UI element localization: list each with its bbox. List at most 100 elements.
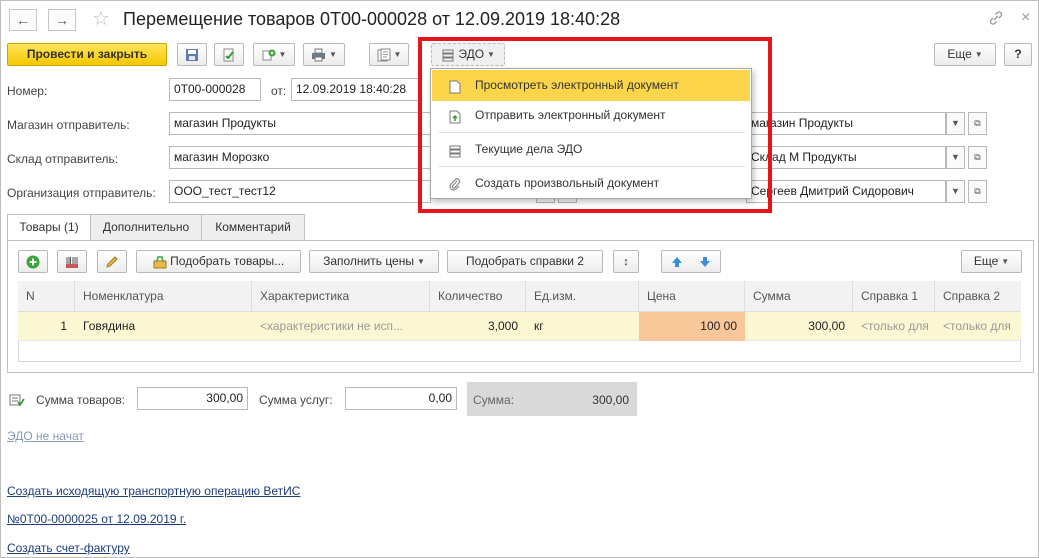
cell-unit[interactable]: кг xyxy=(526,312,639,341)
responsible-open[interactable]: ⧉ xyxy=(968,180,987,203)
number-label: Номер: xyxy=(7,84,48,98)
grid-more-button[interactable]: Еще ▼ xyxy=(961,250,1022,273)
grand-total-label: Сумма: xyxy=(473,393,515,407)
arrow-down-icon[interactable] xyxy=(698,255,712,269)
chevron-down-icon: ▼ xyxy=(417,257,425,267)
tab-goods[interactable]: Товары (1) xyxy=(7,214,91,242)
cell-cert1[interactable]: <только для xyxy=(853,312,935,341)
document-window: ← → ☆ Перемещение товаров 0Т00-000028 от… xyxy=(0,0,1039,558)
column-header-characteristic[interactable]: Характеристика xyxy=(252,281,430,312)
barcode-icon xyxy=(66,256,78,268)
edit-button[interactable] xyxy=(97,250,127,273)
store-receiver-open[interactable]: ⧉ xyxy=(968,112,987,135)
print-button[interactable]: ▼ xyxy=(303,43,345,66)
store-sender-label: Магазин отправитель: xyxy=(7,118,130,132)
column-header-price[interactable]: Цена xyxy=(639,281,745,312)
warehouse-sender-field[interactable]: магазин Морозко xyxy=(169,146,431,169)
link-icon[interactable] xyxy=(988,10,1004,29)
barcode-button[interactable] xyxy=(57,250,87,273)
fill-prices-button[interactable]: Заполнить цены ▼ xyxy=(309,250,439,273)
forward-arrow-icon: → xyxy=(55,12,69,28)
store-receiver-dropdown[interactable]: ▼ xyxy=(946,112,965,135)
grand-total-value: 300,00 xyxy=(592,393,629,407)
warehouse-receiver-open[interactable]: ⧉ xyxy=(968,146,987,169)
cell-characteristic[interactable]: <характеристики не исп... xyxy=(252,312,430,341)
arrow-up-icon[interactable] xyxy=(670,255,684,269)
chevron-down-icon: ▼ xyxy=(951,118,960,128)
more-label: Еще xyxy=(947,47,972,61)
create-based-on-button[interactable]: ▼ xyxy=(253,43,295,66)
cell-cert2[interactable]: <только для xyxy=(935,312,1021,341)
reports-button[interactable]: ▼ xyxy=(369,43,409,66)
tab-additional[interactable]: Дополнительно xyxy=(90,214,202,241)
column-header-cert1[interactable]: Справка 1 xyxy=(853,281,935,312)
services-total-label: Сумма услуг: xyxy=(259,393,333,407)
back-arrow-icon: ← xyxy=(16,12,30,28)
expand-vertical-icon: ↕ xyxy=(623,256,629,268)
more-actions-button[interactable]: Еще ▼ xyxy=(934,43,996,66)
move-buttons[interactable] xyxy=(661,250,721,273)
help-button[interactable]: ? xyxy=(1004,43,1032,66)
pick-goods-icon xyxy=(153,256,167,269)
highlight-frame xyxy=(418,37,772,213)
cell-n: 1 xyxy=(60,319,67,333)
save-button[interactable] xyxy=(177,43,207,66)
chevron-down-icon: ▼ xyxy=(278,50,287,60)
post-and-close-button[interactable]: Провести и закрыть xyxy=(7,43,167,66)
cell-item[interactable]: Говядина xyxy=(75,312,252,341)
chevron-down-icon: ▼ xyxy=(951,152,960,162)
open-link-icon: ⧉ xyxy=(974,186,981,196)
chevron-down-icon: ▼ xyxy=(1001,257,1010,267)
open-link-icon: ⧉ xyxy=(974,152,981,162)
edo-status-link[interactable]: ЭДО не начат xyxy=(7,429,84,443)
pencil-icon xyxy=(106,256,118,268)
warehouse-receiver-field[interactable]: Склад М Продукты xyxy=(746,146,946,169)
back-button[interactable]: ← xyxy=(9,9,37,31)
services-total-field: 0,00 xyxy=(345,387,457,410)
cell-sum[interactable]: 300,00 xyxy=(745,312,853,341)
page-title: Перемещение товаров 0Т00-000028 от 12.09… xyxy=(123,9,621,29)
post-document-icon xyxy=(223,48,234,62)
pick-goods-label: Подобрать товары... xyxy=(170,254,285,268)
close-icon[interactable]: × xyxy=(1021,9,1030,27)
store-sender-field[interactable]: магазин Продукты xyxy=(169,112,431,135)
warehouse-receiver-dropdown[interactable]: ▼ xyxy=(946,146,965,169)
post-button[interactable] xyxy=(214,43,244,66)
grid-more-label: Еще xyxy=(973,254,999,268)
vetis-link[interactable]: Создать исходящую транспортную операцию … xyxy=(7,484,300,498)
create-invoice-link[interactable]: Создать счет-фактуру xyxy=(7,541,130,555)
column-header-unit[interactable]: Ед.изм. xyxy=(526,281,639,312)
pick-goods-button[interactable]: Подобрать товары... xyxy=(136,250,301,273)
responsible-dropdown[interactable]: ▼ xyxy=(946,180,965,203)
chevron-down-icon: ▼ xyxy=(974,50,983,60)
grand-total-box: Сумма: 300,00 xyxy=(467,382,637,416)
pick-certificates-button[interactable]: Подобрать справки 2 xyxy=(447,250,603,273)
goods-total-label: Сумма товаров: xyxy=(36,393,126,407)
save-icon xyxy=(186,48,198,61)
column-header-item[interactable]: Номенклатура xyxy=(75,281,252,312)
tab-comment[interactable]: Комментарий xyxy=(201,214,305,241)
cell-qty[interactable]: 3,000 xyxy=(430,312,526,341)
store-receiver-field[interactable]: магазин Продукты xyxy=(746,112,946,135)
forward-button[interactable]: → xyxy=(48,9,76,31)
date-label: от: xyxy=(271,84,287,98)
column-header-cert2[interactable]: Справка 2 xyxy=(935,281,1021,312)
column-header-sum[interactable]: Сумма xyxy=(745,281,853,312)
responsible-field[interactable]: Сергеев Дмитрий Сидорович xyxy=(746,180,946,203)
add-icon xyxy=(26,255,40,269)
warehouse-sender-label: Склад отправитель: xyxy=(7,152,119,166)
cell-price[interactable]: 100 00 xyxy=(639,312,745,341)
table-row[interactable]: 1 Говядина <характеристики не исп... 3,0… xyxy=(18,312,1021,341)
add-row-button[interactable] xyxy=(18,250,48,273)
expand-button[interactable]: ↕ xyxy=(613,250,639,273)
table-header: N Номенклатура Характеристика Количество… xyxy=(18,281,1021,312)
favorite-star-icon[interactable]: ☆ xyxy=(92,7,110,31)
number-field[interactable]: 0Т00-000028 xyxy=(169,78,261,101)
date-field[interactable]: 12.09.2019 18:40:28 xyxy=(291,78,421,101)
based-document-link[interactable]: №0Т00-0000025 от 12.09.2019 г. xyxy=(7,512,186,526)
column-header-n[interactable]: N xyxy=(18,281,75,312)
goods-total-field: 300,00 xyxy=(137,387,248,410)
column-header-qty[interactable]: Количество xyxy=(430,281,526,312)
org-sender-field[interactable]: ООО_тест_тест12 xyxy=(169,180,431,203)
title-bar: ← → ☆ Перемещение товаров 0Т00-000028 от… xyxy=(1,1,1038,37)
